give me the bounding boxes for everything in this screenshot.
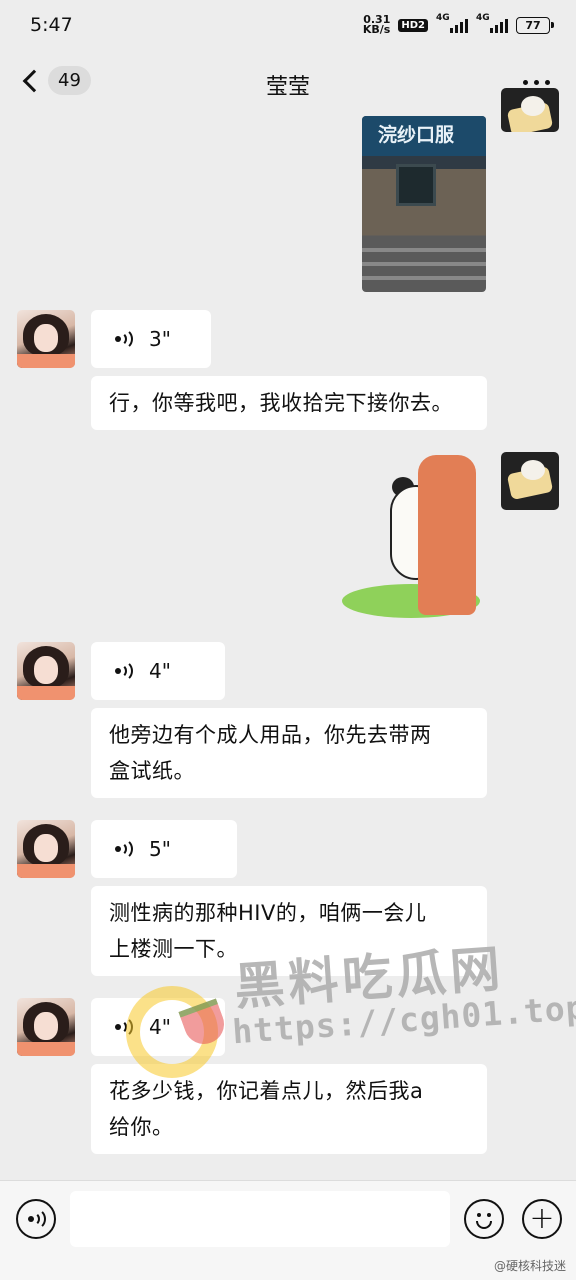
voice-message[interactable]: 4" (91, 998, 225, 1056)
voice-input-button[interactable] (16, 1199, 56, 1239)
signal-icon: 4G (436, 13, 468, 33)
watermark-url: https://cgh01.top (231, 987, 576, 1052)
panda-sticker[interactable] (340, 455, 490, 620)
self-avatar[interactable] (501, 452, 559, 510)
text-message[interactable]: 花多少钱，你记着点儿，然后我a 给你。 (91, 1064, 487, 1154)
credit-text: @硬核科技迷 (493, 1259, 566, 1273)
voice-message[interactable]: 4" (91, 642, 225, 700)
text-message[interactable]: 行，你等我吧，我收拾完下接你去。 (91, 376, 487, 430)
status-bar: 5:47 0.31 KB/s HD2 4G 4G 77 (0, 0, 576, 50)
voice-wave-icon (115, 660, 137, 682)
voice-wave-icon (115, 328, 137, 350)
voice-duration: 4" (149, 1015, 171, 1039)
chat-header: 49 莹莹 (0, 50, 576, 116)
voice-icon (28, 1208, 50, 1230)
contact-avatar[interactable] (17, 998, 75, 1056)
voice-wave-icon (115, 1016, 137, 1038)
network-speed: 0.31 KB/s (362, 13, 391, 36)
emoji-button[interactable] (464, 1199, 504, 1239)
more-icon[interactable] (523, 80, 550, 85)
emoji-icon (466, 1201, 502, 1237)
voice-duration: 4" (149, 659, 171, 683)
plus-button[interactable]: + (522, 1199, 562, 1239)
contact-avatar[interactable] (17, 820, 75, 878)
text-message[interactable]: 测性病的那种HIV的，咱俩一会儿 上楼测一下。 (91, 886, 487, 976)
status-time: 5:47 (30, 14, 73, 36)
voice-duration: 5" (149, 837, 171, 861)
battery-icon: 77 (516, 16, 554, 34)
contact-avatar[interactable] (17, 642, 75, 700)
input-bar: + @硬核科技迷 (0, 1180, 576, 1280)
image-message[interactable]: 浣纱口服 (362, 116, 486, 292)
photo-sign-text: 浣纱口服 (362, 116, 486, 156)
hd-voice-badge: HD2 (398, 18, 428, 32)
voice-duration: 3" (149, 327, 171, 351)
voice-wave-icon (115, 838, 137, 860)
self-avatar[interactable] (501, 88, 559, 132)
contact-avatar[interactable] (17, 310, 75, 368)
plus-icon: + (529, 1201, 555, 1236)
text-message[interactable]: 他旁边有个成人用品，你先去带两 盒试纸。 (91, 708, 487, 798)
voice-message[interactable]: 5" (91, 820, 237, 878)
chat-title: 莹莹 (265, 75, 310, 100)
signal-icon-2: 4G (476, 13, 508, 33)
voice-message[interactable]: 3" (91, 310, 211, 368)
status-indicators: 0.31 KB/s HD2 4G 4G 77 (362, 13, 554, 36)
message-input[interactable] (70, 1191, 450, 1247)
